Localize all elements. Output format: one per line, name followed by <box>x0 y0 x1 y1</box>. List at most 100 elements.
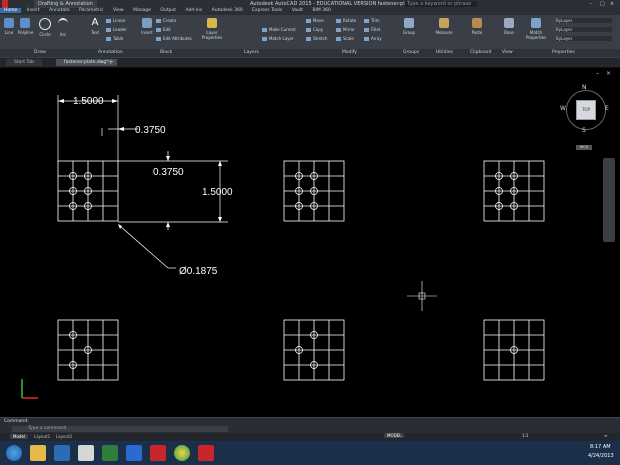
tab-view[interactable]: View <box>109 8 128 13</box>
layer-properties-tool[interactable]: Layer Properties <box>202 18 222 40</box>
panel-title-clipboard[interactable]: Clipboard <box>470 49 492 57</box>
file-tab-start[interactable]: Start Tab <box>6 59 43 66</box>
lineweight-dropdown[interactable]: ByLayer <box>556 27 612 32</box>
minimize-icon[interactable]: – <box>590 0 593 8</box>
base-view-tool[interactable]: Base <box>502 18 516 35</box>
close-icon[interactable]: × <box>610 0 614 8</box>
word-icon[interactable] <box>126 445 142 461</box>
tab-vault[interactable]: Vault <box>288 8 307 13</box>
viewport-close-icon[interactable]: × <box>606 70 611 77</box>
hole-plate <box>283 160 345 222</box>
match-properties-tool[interactable]: Match Properties <box>526 18 546 40</box>
wcs-menu[interactable]: WCS <box>576 145 592 150</box>
table-tool[interactable]: Table <box>106 36 123 41</box>
app-icon[interactable] <box>78 445 94 461</box>
layout-tab-layout1[interactable]: Layout1 <box>34 434 50 439</box>
polyline-tool[interactable]: Polyline <box>18 18 33 35</box>
search-input[interactable]: Type a keyword or phrase <box>405 1 477 7</box>
move-tool[interactable]: Move <box>306 18 324 23</box>
panel-title-view[interactable]: View <box>502 49 513 57</box>
leader-tool[interactable]: Leader <box>106 27 127 32</box>
customization-menu-icon[interactable]: ≡ <box>604 433 607 438</box>
text-tool[interactable]: A Text <box>88 18 102 36</box>
tab-addins[interactable]: Add-ins <box>181 8 206 13</box>
workspace-selector[interactable]: Drafting & Annotation <box>34 0 97 8</box>
command-input[interactable]: Type a command <box>12 426 228 432</box>
tab-parametric[interactable]: Parametric <box>75 8 107 13</box>
pdf-icon[interactable] <box>150 445 166 461</box>
model-space-toggle[interactable]: MODEL <box>384 433 405 438</box>
compass-west[interactable]: W <box>560 105 566 112</box>
maximize-icon[interactable]: □ <box>600 0 605 8</box>
layout-tab-model[interactable]: Model <box>10 434 29 439</box>
panel-title-modify[interactable]: Modify <box>342 49 357 57</box>
mirror-tool[interactable]: Mirror <box>336 27 355 32</box>
dim-hole-offset: 0.3750 <box>135 125 166 136</box>
viewcube-top-face[interactable]: TOP <box>576 100 596 120</box>
hole-plate <box>57 319 119 381</box>
autocad-taskbar-icon[interactable] <box>198 445 214 461</box>
insert-block-tool[interactable]: Insert <box>140 18 154 35</box>
compass-east[interactable]: E <box>605 105 609 112</box>
panel-title-block[interactable]: Block <box>160 49 172 57</box>
compass-south[interactable]: S <box>582 127 586 134</box>
layout-tab-layout2[interactable]: Layout2 <box>56 434 72 439</box>
clock-time[interactable]: 8:17 AM <box>590 444 611 450</box>
base-view-icon <box>504 18 514 28</box>
circle-tool[interactable]: Circle <box>38 18 52 37</box>
drawing-canvas[interactable]: 1.5000 0.3750 0.3750 1.5000 Ø0.1875 TOP … <box>0 68 620 417</box>
tab-autodesk360[interactable]: Autodesk 360 <box>208 8 247 13</box>
tab-manage[interactable]: Manage <box>129 8 155 13</box>
panel-title-annotation[interactable]: Annotation <box>98 49 123 57</box>
measure-tool[interactable]: Measure <box>434 18 454 35</box>
compass-north[interactable]: N <box>582 84 587 91</box>
tab-bim360[interactable]: BIM 360 <box>309 8 335 13</box>
group-tool[interactable]: Group <box>402 18 416 35</box>
panel-title-groups[interactable]: Groups <box>403 49 419 57</box>
linetype-dropdown[interactable]: ByLayer <box>556 36 612 41</box>
chrome-icon[interactable] <box>174 445 190 461</box>
array-tool[interactable]: Array <box>364 36 382 41</box>
clipboard-icon <box>472 18 482 28</box>
excel-icon[interactable] <box>102 445 118 461</box>
panel-title-utilities[interactable]: Utilities <box>436 49 453 57</box>
copy-tool[interactable]: Copy <box>306 27 323 32</box>
panel-title-draw[interactable]: Draw <box>34 49 46 57</box>
trim-tool[interactable]: Trim <box>364 18 380 23</box>
tab-express-tools[interactable]: Express Tools <box>248 8 286 13</box>
panel-title-properties[interactable]: Properties <box>552 49 575 57</box>
viewcube[interactable]: TOP N S W E <box>560 84 612 136</box>
linear-dim-tool[interactable]: Linear <box>106 18 125 23</box>
new-tab-icon[interactable]: + <box>108 58 114 67</box>
tab-output[interactable]: Output <box>156 8 180 13</box>
match-layer-tool[interactable]: Match Layer <box>262 36 294 41</box>
viewport-minimize-icon[interactable]: – <box>596 70 599 77</box>
media-icon[interactable] <box>54 445 70 461</box>
start-button-icon[interactable] <box>6 445 22 461</box>
edit-attributes-tool[interactable]: Edit Attributes <box>156 36 192 41</box>
fillet-tool[interactable]: Fillet <box>364 27 380 32</box>
create-block-icon <box>156 19 161 23</box>
navigation-bar[interactable] <box>603 158 615 242</box>
tab-home[interactable]: Home <box>0 8 22 13</box>
color-dropdown[interactable]: ByLayer <box>556 18 612 23</box>
create-block-tool[interactable]: Create <box>156 18 176 23</box>
make-current-tool[interactable]: Make Current <box>262 27 296 32</box>
rotate-tool[interactable]: Rotate <box>336 18 356 23</box>
arc-tool[interactable]: Arc <box>56 18 70 37</box>
line-tool[interactable]: Line <box>2 18 16 35</box>
clock-date[interactable]: 4/24/2013 <box>588 453 614 459</box>
scale-tool[interactable]: Scale <box>336 36 354 41</box>
panel-title-layers[interactable]: Layers <box>244 49 259 57</box>
paste-tool[interactable]: Paste <box>470 18 484 35</box>
edit-block-tool[interactable]: Edit <box>156 27 171 32</box>
tab-annotate[interactable]: Annotate <box>45 8 74 13</box>
window-title: Autodesk AutoCAD 2015 - EDUCATIONAL VERS… <box>250 1 425 7</box>
edit-block-icon <box>156 28 161 32</box>
file-explorer-icon[interactable] <box>30 445 46 461</box>
measure-icon <box>439 18 449 28</box>
annotation-scale[interactable]: 1:1 <box>522 433 528 438</box>
autocad-logo-icon[interactable] <box>2 0 8 8</box>
tab-insert[interactable]: Insert <box>23 8 44 13</box>
stretch-tool[interactable]: Stretch <box>306 36 327 41</box>
